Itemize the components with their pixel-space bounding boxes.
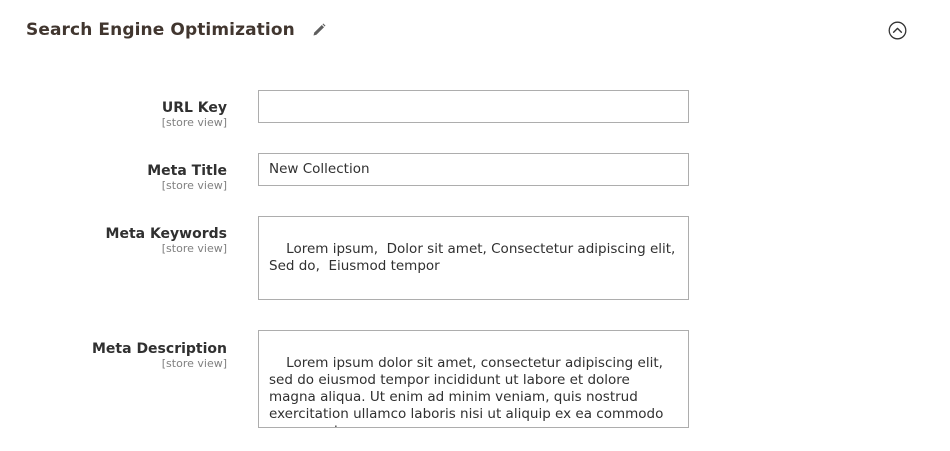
meta-description-textarea[interactable]: Lorem ipsum dolor sit amet, consectetur … [258, 330, 689, 428]
meta-description-label: Meta Description [92, 341, 227, 357]
resize-grip-icon[interactable] [677, 416, 686, 425]
meta-title-label-group: Meta Title [store view] [27, 162, 227, 192]
meta-keywords-label: Meta Keywords [105, 226, 227, 242]
section-title: Search Engine Optimization [26, 20, 295, 40]
meta-description-text: Lorem ipsum dolor sit amet, consectetur … [269, 355, 664, 427]
meta-keywords-textarea[interactable]: Lorem ipsum, Dolor sit amet, Consectetur… [258, 216, 689, 300]
meta-title-input[interactable]: New Collection [258, 153, 689, 186]
section-header[interactable]: Search Engine Optimization [26, 16, 950, 44]
meta-title-label: Meta Title [147, 163, 227, 179]
meta-title-scope: [store view] [161, 179, 227, 192]
resize-grip-icon[interactable] [677, 288, 686, 297]
url-key-input[interactable] [258, 90, 689, 123]
pencil-icon[interactable] [311, 22, 327, 38]
url-key-label: URL Key [161, 100, 227, 116]
meta-keywords-label-group: Meta Keywords [store view] [27, 225, 227, 255]
meta-keywords-text: Lorem ipsum, Dolor sit amet, Consectetur… [269, 241, 680, 274]
meta-keywords-scope: [store view] [161, 242, 227, 255]
chevron-up-circle-icon[interactable] [888, 21, 907, 40]
meta-description-label-group: Meta Description [store view] [27, 340, 227, 370]
url-key-label-group: URL Key [store view] [27, 99, 227, 129]
url-key-scope: [store view] [161, 116, 227, 129]
seo-section: Search Engine Optimization URL Key [stor… [0, 0, 950, 451]
meta-description-scope: [store view] [161, 357, 227, 370]
